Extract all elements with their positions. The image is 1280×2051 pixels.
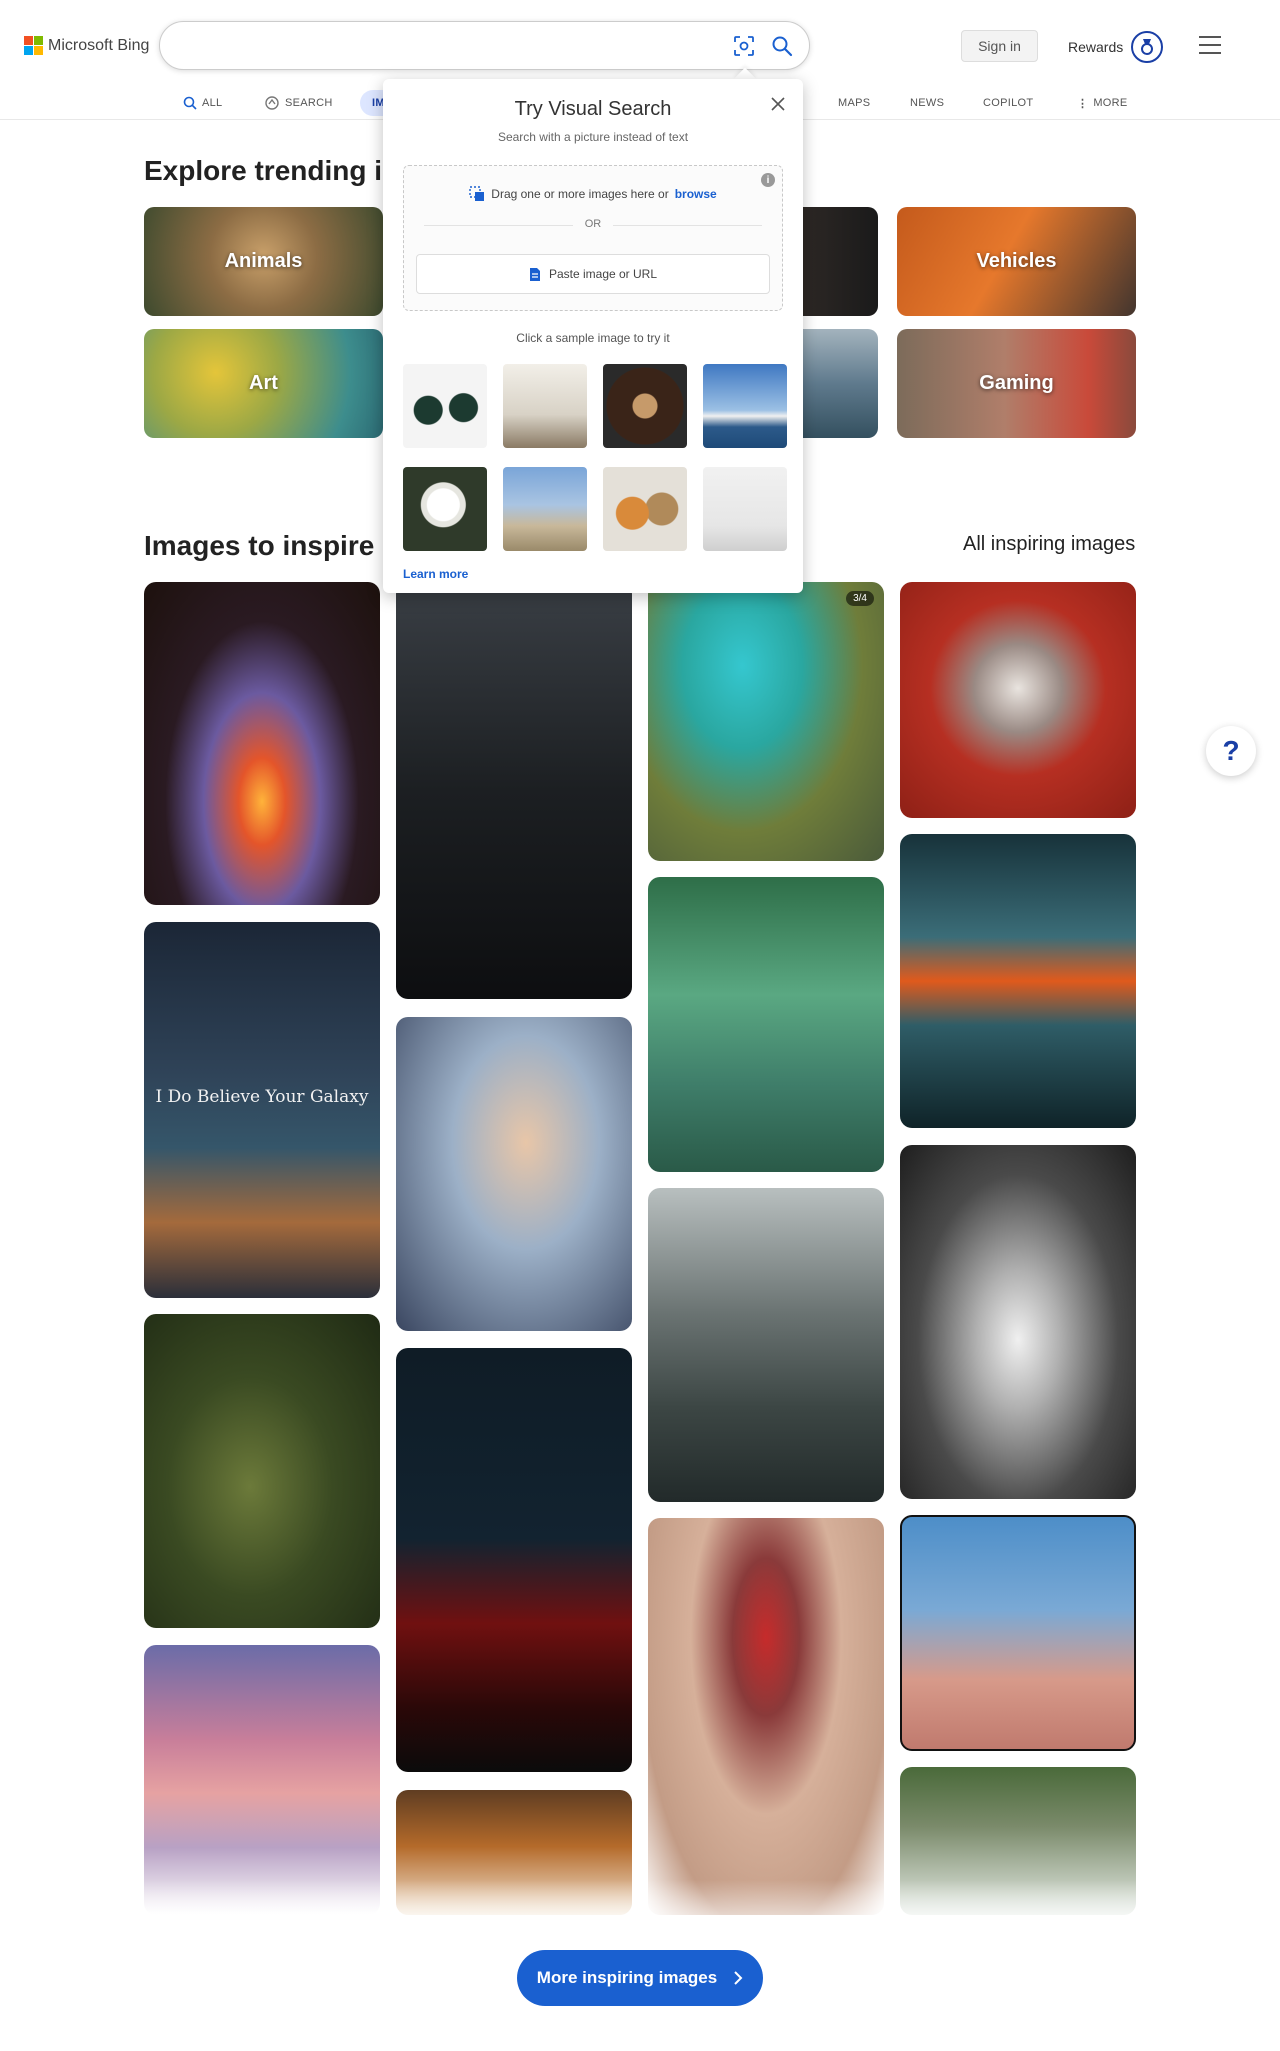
visual-search-title: Try Visual Search — [514, 98, 672, 120]
sign-in-button[interactable]: Sign in — [961, 30, 1038, 62]
image-cliff-pool[interactable] — [648, 1188, 884, 1502]
bing-images-page: Microsoft Bing Sign in Rewards ALL SEARC… — [0, 0, 1280, 2051]
chevron-right-icon — [734, 1971, 743, 1985]
image-red-sports-car[interactable] — [396, 1348, 632, 1772]
tab-copilot-label: COPILOT — [983, 97, 1034, 109]
inspire-title: Images to inspire — [144, 530, 375, 561]
or-label: OR — [572, 218, 614, 230]
image-cave-sunset[interactable] — [144, 582, 380, 905]
sample-sydney-opera-house[interactable] — [703, 364, 787, 448]
drag-images-icon — [469, 186, 485, 201]
visual-search-subtitle: Search with a picture instead of text — [497, 130, 689, 144]
galaxy-caption: I Do Believe Your Galaxy — [155, 1087, 369, 1107]
more-vertical-icon: ⋮ — [1077, 97, 1089, 110]
rewards-label: Rewards — [1068, 39, 1124, 55]
rewards-medal-icon — [1131, 31, 1164, 63]
image-red-makeup[interactable] — [648, 1518, 884, 1915]
image-forest-reader[interactable] — [144, 1314, 380, 1628]
search-input[interactable] — [159, 21, 810, 70]
copilot-search-icon — [265, 96, 279, 110]
tile-label: Art — [249, 372, 278, 394]
image-color-smoke[interactable]: 3/4 — [648, 582, 884, 861]
tile-label: Vehicles — [976, 250, 1057, 272]
tab-news[interactable]: NEWS — [910, 90, 944, 116]
tile-label: Animals — [224, 250, 303, 272]
trending-tile-art[interactable]: Art — [144, 329, 383, 438]
image-glitter-face[interactable] — [396, 1017, 632, 1331]
image-puddle-reflection[interactable] — [900, 1145, 1136, 1499]
sample-white-rose[interactable] — [403, 467, 487, 551]
learn-more-link[interactable]: Learn more — [403, 567, 468, 581]
image-boat-flowers[interactable] — [648, 877, 884, 1172]
image-drop-zone[interactable]: i Drag one or more images here or browse… — [403, 165, 783, 311]
all-inspiring-images-link[interactable]: All inspiring images — [963, 533, 1135, 556]
visual-search-icon[interactable] — [733, 35, 755, 57]
tile-label: Gaming — [979, 372, 1054, 394]
image-lake-sunset[interactable] — [900, 834, 1136, 1128]
rewards-button[interactable]: Rewards — [1068, 30, 1164, 64]
image-galaxy-hand[interactable]: I Do Believe Your Galaxy — [144, 922, 380, 1298]
or-divider: OR — [424, 218, 762, 232]
trending-title: Explore trending i — [144, 155, 383, 186]
image-mosque-sunset[interactable] — [144, 1645, 380, 1915]
tab-search[interactable]: SEARCH — [264, 90, 333, 116]
bing-logo[interactable]: Microsoft Bing — [24, 36, 149, 55]
tab-all[interactable]: ALL — [183, 90, 222, 116]
trending-tile-animals[interactable]: Animals — [144, 207, 383, 316]
sample-heading: Click a sample image to try it — [516, 331, 670, 345]
tab-maps-label: MAPS — [838, 97, 871, 109]
tab-maps[interactable]: MAPS — [838, 90, 870, 116]
image-husky-puppy[interactable] — [900, 582, 1136, 818]
tab-all-label: ALL — [202, 97, 223, 109]
drag-instruction: Drag one or more images here or browse — [404, 186, 782, 202]
search-icon[interactable] — [771, 35, 793, 57]
sample-louvre-pyramid[interactable] — [503, 467, 587, 551]
sample-latte-art[interactable] — [603, 364, 687, 448]
tab-news-label: NEWS — [910, 97, 945, 109]
sample-dining-room[interactable] — [503, 364, 587, 448]
tab-search-label: SEARCH — [285, 97, 333, 109]
visual-search-popup: Try Visual Search Search with a picture … — [383, 79, 803, 593]
sample-white-chair[interactable] — [703, 467, 787, 551]
gallery-fade — [0, 1880, 1280, 1940]
more-inspiring-images-button[interactable]: More inspiring images — [517, 1950, 763, 2006]
image-jet-and-car[interactable] — [396, 582, 632, 999]
drag-text: Drag one or more images here or — [491, 187, 669, 201]
sample-sunglasses[interactable] — [403, 364, 487, 448]
tab-more[interactable]: ⋮ MORE — [1077, 90, 1128, 116]
hamburger-menu-icon[interactable] — [1199, 36, 1221, 54]
paste-image-url-button[interactable]: Paste image or URL — [416, 254, 770, 294]
trending-tile-vehicles[interactable]: Vehicles — [897, 207, 1136, 316]
document-icon — [529, 267, 540, 281]
search-icon — [183, 96, 197, 110]
logo-text: Microsoft Bing — [48, 36, 150, 54]
tab-copilot[interactable]: COPILOT — [983, 90, 1033, 116]
trending-tile-gaming[interactable]: Gaming — [897, 329, 1136, 438]
microsoft-logo-icon — [24, 36, 43, 55]
sample-corgi-and-yorkie[interactable] — [603, 467, 687, 551]
info-icon[interactable]: i — [761, 173, 775, 187]
browse-link[interactable]: browse — [675, 187, 717, 201]
image-wind-hair[interactable] — [900, 1515, 1136, 1751]
help-question-icon[interactable]: ? — [1206, 726, 1256, 776]
paste-label: Paste image or URL — [548, 267, 658, 281]
tab-more-label: MORE — [1093, 97, 1128, 109]
more-button-label: More inspiring images — [536, 1968, 718, 1987]
image-counter-badge: 3/4 — [846, 591, 874, 606]
